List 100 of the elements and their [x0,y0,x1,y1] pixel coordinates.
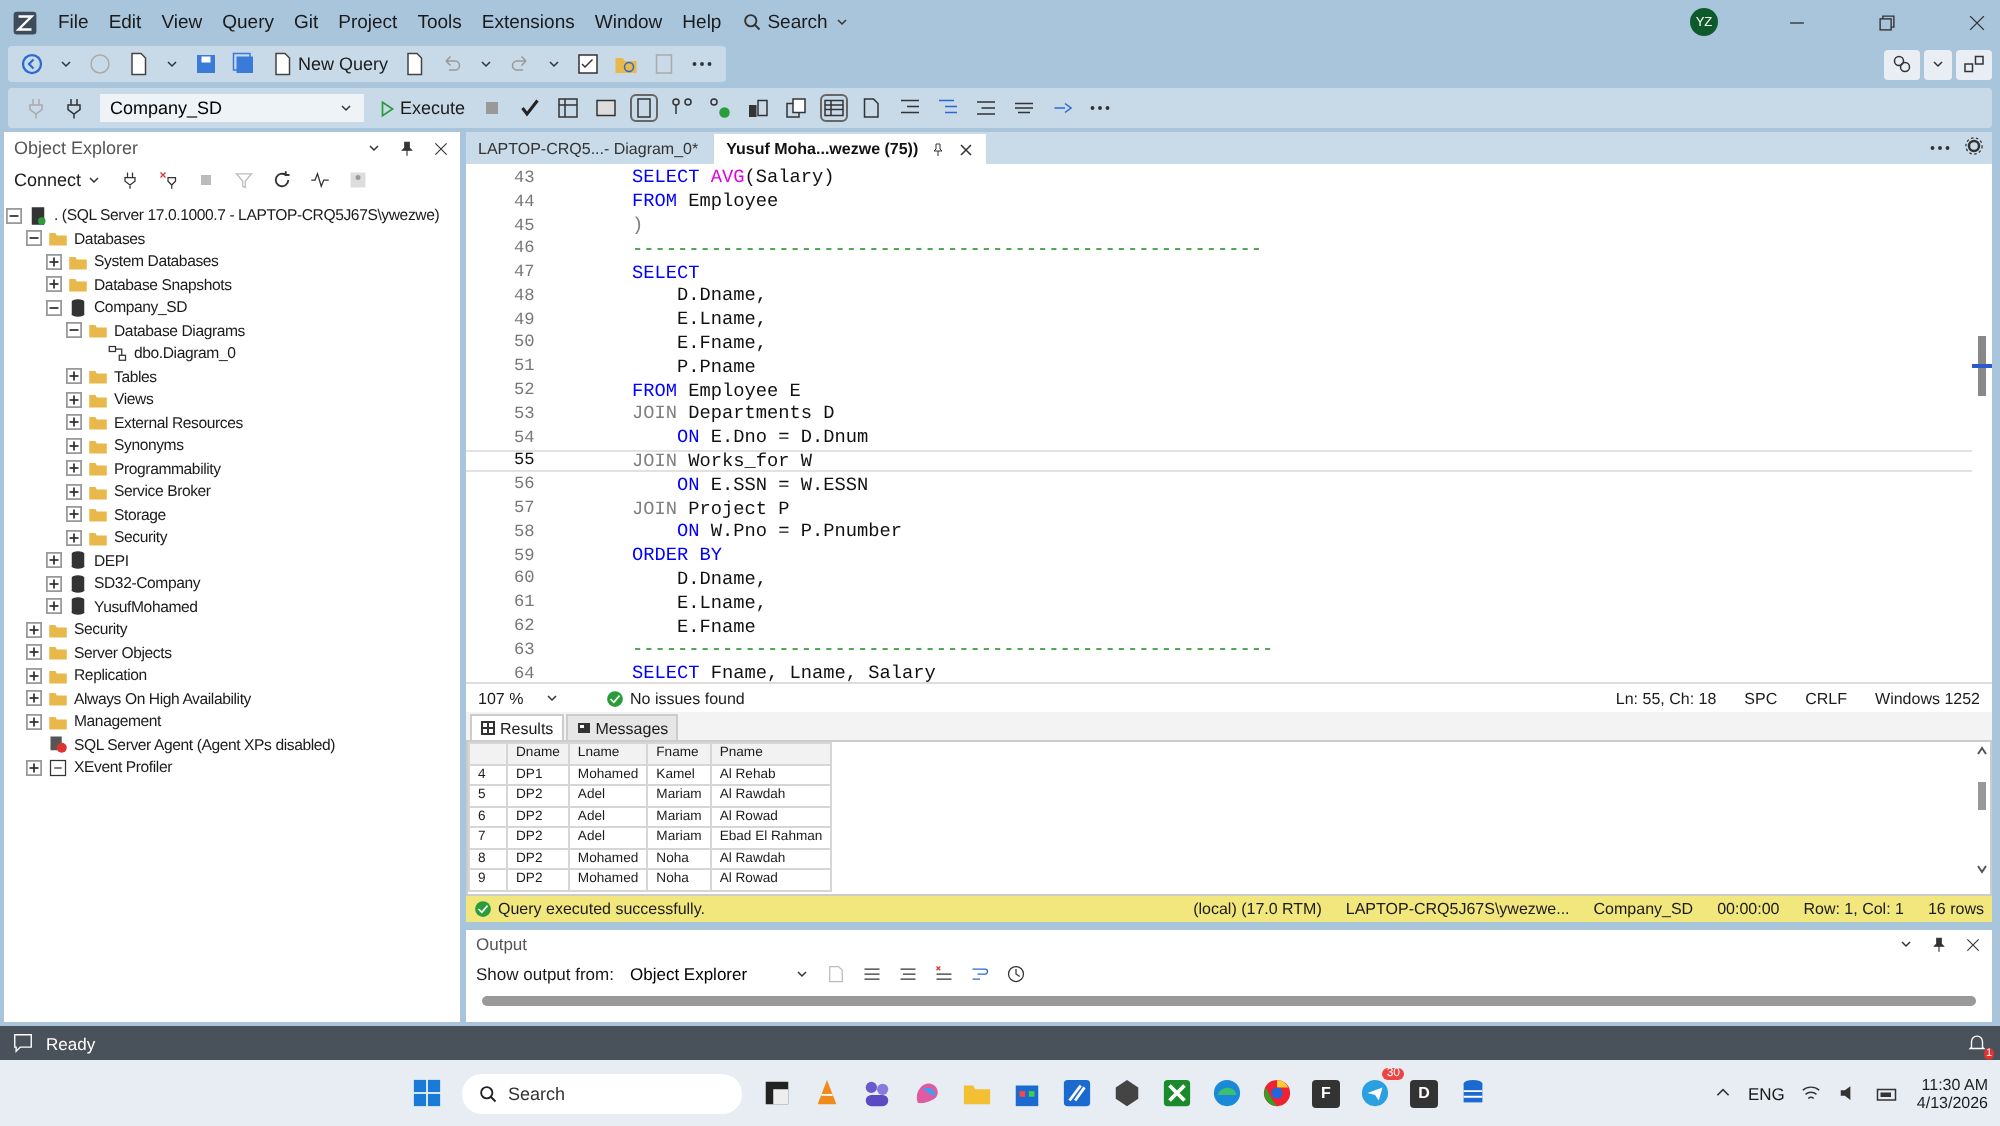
results-tab[interactable]: Results [470,714,564,740]
panel-icon[interactable] [631,96,656,120]
settings-icon[interactable] [1964,136,1984,156]
people-icon[interactable] [1890,52,1914,76]
new-query-icon[interactable] [270,52,294,76]
expand-toggle[interactable] [66,391,82,408]
wifi-icon[interactable] [1800,1082,1823,1104]
caret-icon[interactable] [85,172,102,188]
language-indicator[interactable]: ENG [1747,1083,1785,1103]
pen-icon[interactable] [1062,1078,1092,1108]
save-all-icon[interactable] [232,52,256,76]
app-logo-icon[interactable] [12,9,38,35]
grid-icon[interactable] [821,96,846,120]
copy-icon[interactable] [783,96,808,120]
expand-toggle[interactable] [26,759,42,776]
menu-item[interactable]: View [161,11,203,33]
caret-icon[interactable] [478,56,495,72]
four-squares-icon[interactable] [412,1078,442,1108]
expand-toggle[interactable] [46,276,62,293]
expand-toggle[interactable] [66,368,82,385]
restore-icon[interactable] [1876,11,1898,33]
collapse-toggle[interactable] [6,207,22,224]
paper-plane-icon[interactable] [1360,1078,1390,1108]
swirl-icon[interactable] [912,1078,942,1108]
app-tile[interactable]: F [1312,1079,1340,1107]
expand-toggle[interactable] [66,437,82,454]
caret-icon[interactable] [793,966,810,982]
save-icon[interactable] [194,52,218,76]
collapse-toggle[interactable] [66,322,82,339]
person-icon[interactable] [347,170,368,190]
output-source-dropdown[interactable]: Object Explorer [629,964,810,984]
bell-icon[interactable] [1966,1032,1988,1054]
close-icon[interactable] [1964,935,1982,953]
caret-icon[interactable] [1930,56,1946,72]
people-icon[interactable] [862,1078,892,1108]
new-file-icon[interactable] [126,52,150,76]
menu-item[interactable]: Tools [417,11,462,33]
expand-toggle[interactable] [66,529,82,546]
refresh-icon[interactable] [271,170,292,190]
caret-icon[interactable] [543,690,560,706]
file-icon[interactable] [859,96,884,120]
clock-icon[interactable] [1005,964,1026,984]
results-tab[interactable]: Messages [565,714,679,740]
menu-item[interactable]: Edit [108,11,142,33]
caret-icon[interactable] [546,56,563,72]
scrollbar[interactable] [1974,742,1990,878]
caret-icon[interactable] [338,100,354,116]
new-query-button[interactable]: New Query [270,52,389,76]
outdent-icon[interactable] [973,96,998,120]
search-menu[interactable]: Search [741,11,850,33]
expand-toggle[interactable] [26,621,42,638]
expand-toggle[interactable] [26,667,42,684]
connect-icon[interactable] [62,96,86,120]
disconnect-icon[interactable] [157,170,178,190]
menu-item[interactable]: Extensions [481,11,575,33]
caret-icon[interactable] [366,140,382,156]
database-dropdown[interactable]: Company_SD [100,94,364,122]
wrap-icon[interactable] [969,964,990,984]
close-icon[interactable] [432,139,450,157]
close-icon[interactable] [1966,11,1988,33]
x-icon[interactable] [1162,1078,1192,1108]
folder-search-icon[interactable] [614,52,639,76]
flow-check-icon[interactable] [707,96,732,120]
share-icon[interactable] [1962,52,1986,76]
caret-icon[interactable] [833,14,850,30]
execute-button[interactable]: Execute [378,98,466,118]
hexagon-icon[interactable] [1112,1078,1142,1108]
expand-toggle[interactable] [66,506,82,523]
scrollbar[interactable] [1972,336,1992,396]
editor-tab[interactable]: Yusuf Moha...wezwe (75)) [714,134,987,164]
expand-toggle[interactable] [66,414,82,431]
lines-icon[interactable] [861,964,882,984]
activity-icon[interactable] [309,170,330,190]
caret-icon[interactable] [1898,936,1914,952]
menu-item[interactable]: File [58,11,89,33]
expand-toggle[interactable] [46,598,62,615]
document-icon[interactable] [402,52,427,76]
expand-toggle[interactable] [26,644,42,661]
search-icon[interactable] [741,12,762,32]
zoom-dropdown[interactable]: 107 % [478,689,578,707]
clock[interactable]: 11:30 AM 4/13/2026 [1916,1075,1988,1111]
expand-toggle[interactable] [26,713,42,730]
lines-icon[interactable] [897,964,918,984]
chart-icon[interactable] [745,96,770,120]
task-view-icon[interactable] [762,1078,792,1108]
checklist-icon[interactable] [576,52,601,76]
caret-icon[interactable] [164,56,180,72]
expand-toggle[interactable] [26,690,42,707]
scrollbar[interactable] [482,996,1976,1006]
collapse-toggle[interactable] [26,230,42,247]
menu-item[interactable]: Help [682,11,722,33]
menu-item[interactable]: Query [222,11,274,33]
flow-icon[interactable] [669,96,694,120]
window-icon[interactable] [593,96,618,120]
back-icon[interactable] [20,52,44,76]
collapse-toggle[interactable] [46,299,62,316]
expand-toggle[interactable] [46,552,62,569]
clear-icon[interactable] [933,964,954,984]
menu-item[interactable]: Git [293,11,319,33]
menu-item[interactable]: Window [594,11,663,33]
